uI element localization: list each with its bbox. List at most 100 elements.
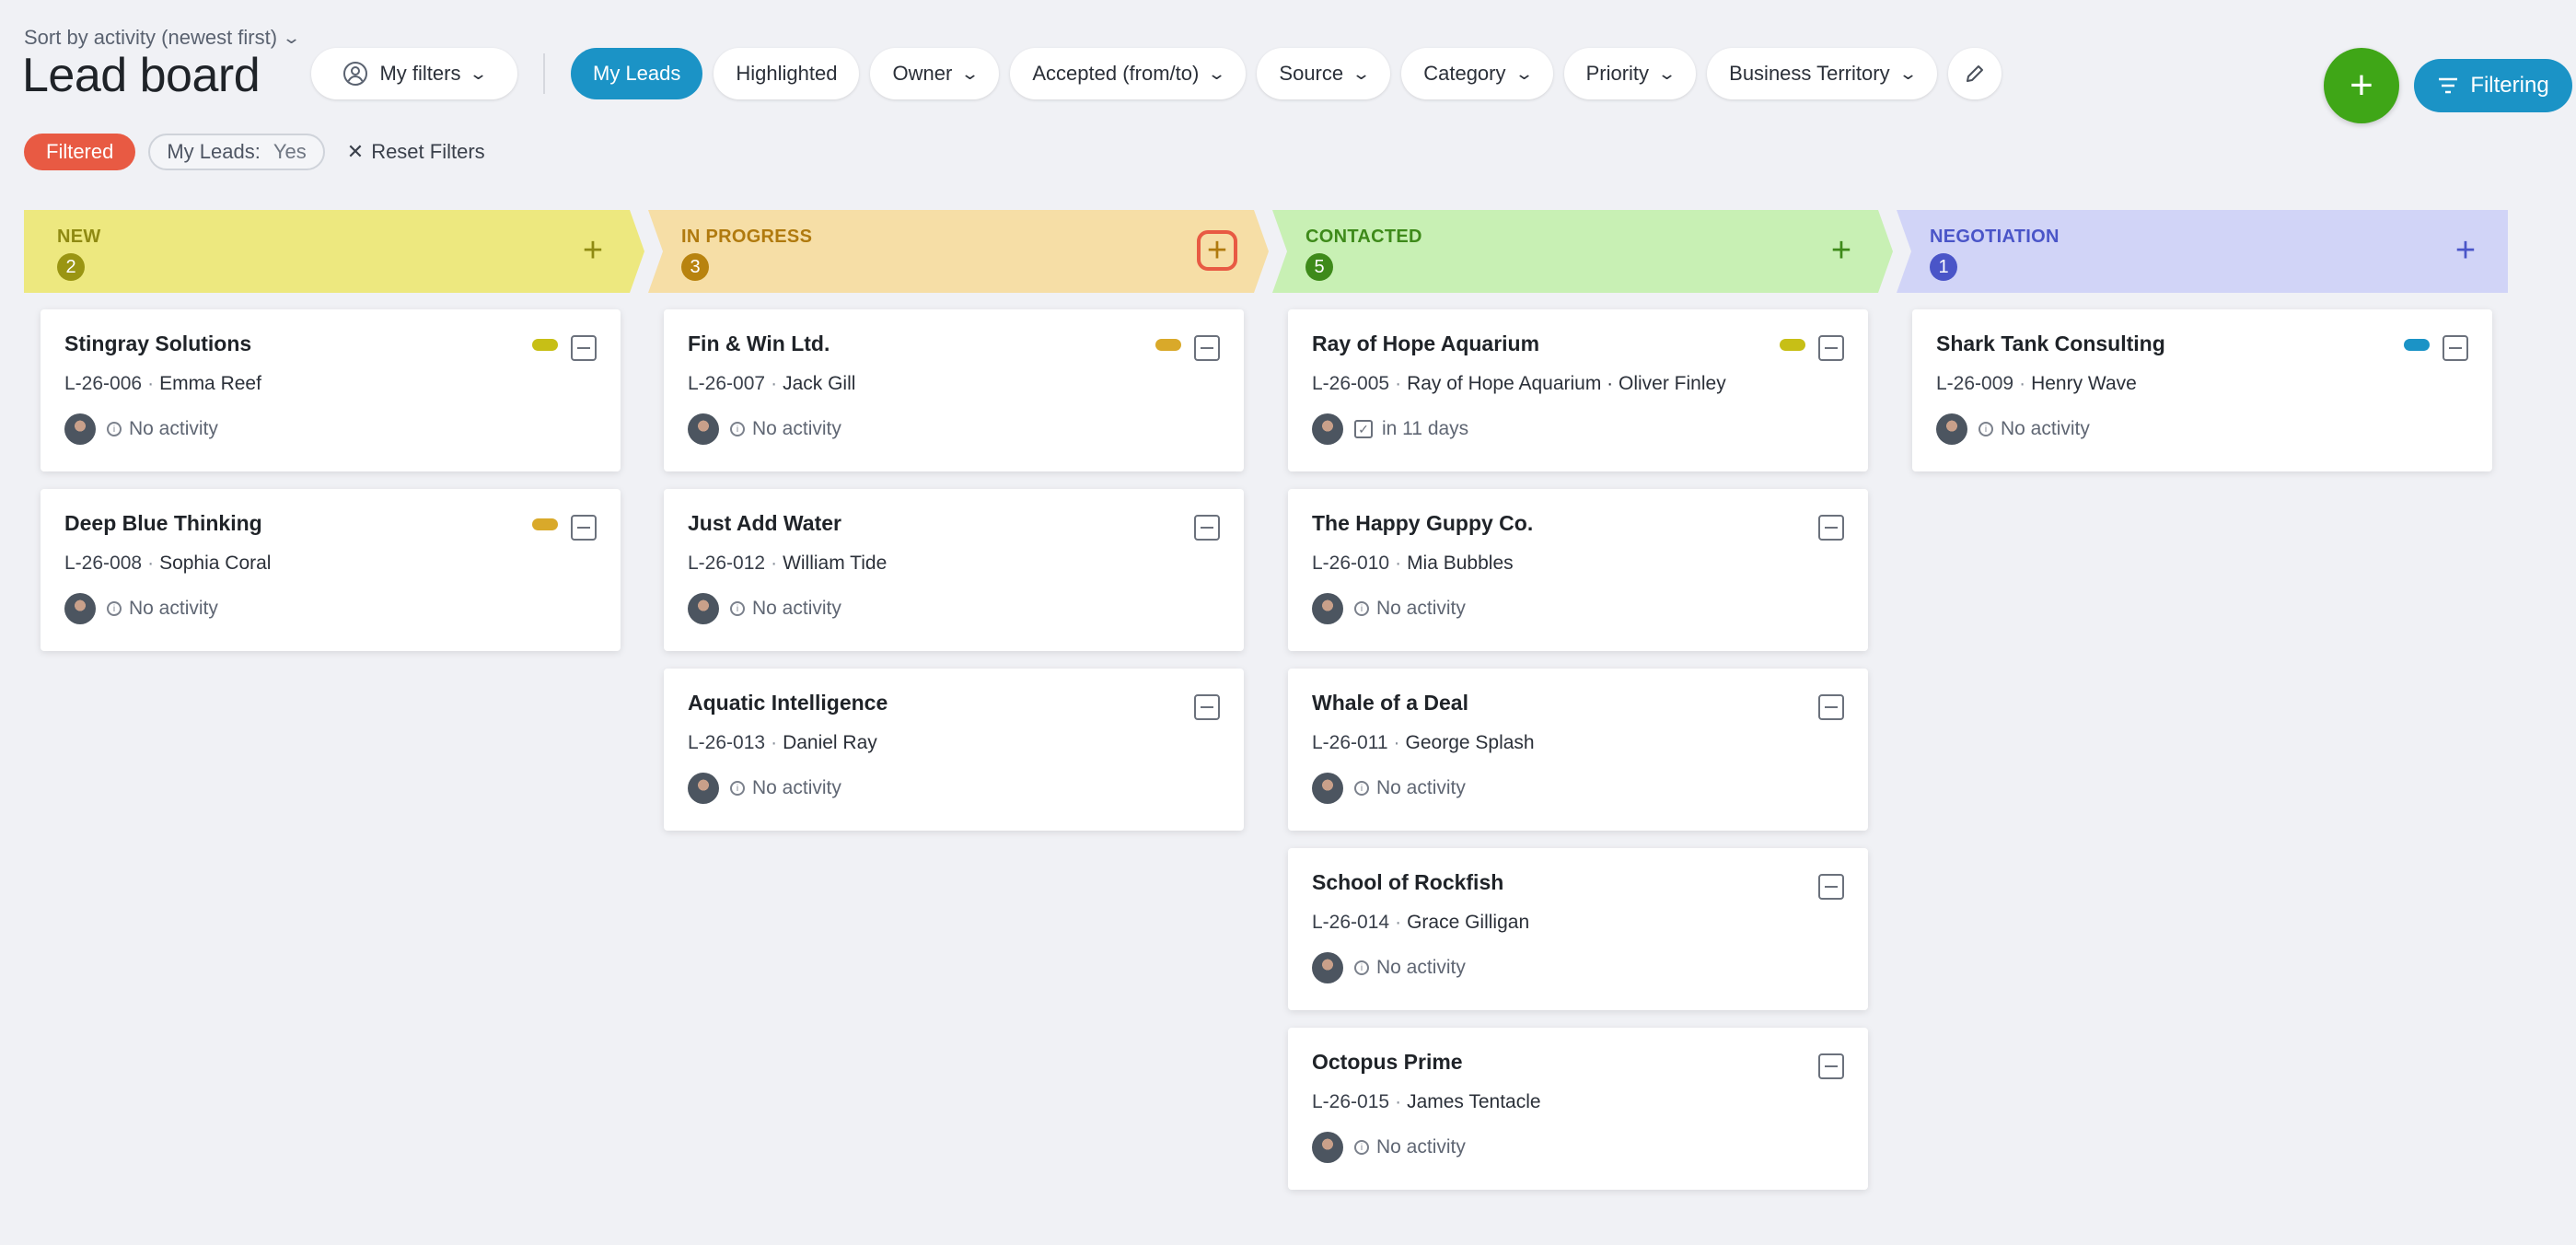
edit-filters-button[interactable] [1947,48,2002,99]
clock-icon: i [1354,781,1369,796]
column-count: 2 [57,253,85,281]
separator-dot: · [1395,373,1402,394]
lead-activity: i No activity [688,773,1220,804]
column-title: NEGOTIATION [1930,227,2060,247]
chevron-down-icon: ⌄ [1352,64,1372,83]
avatar [1936,413,1967,445]
filter-pill-source[interactable]: Source ⌄ [1257,48,1391,99]
lead-activity: i No activity [64,593,597,624]
avatar [1312,1132,1343,1163]
filter-pill-priority[interactable]: Priority ⌄ [1563,48,1697,99]
lead-activity: i No activity [1312,952,1844,983]
separator-dot: · [771,373,778,394]
clock-icon: i [1978,422,1993,436]
add-card-icon[interactable]: + [1821,230,1862,271]
filter-pill-highlighted[interactable]: Highlighted [714,48,860,99]
collapse-icon[interactable] [1194,515,1220,541]
collapse-icon[interactable] [1818,515,1844,541]
filtering-button[interactable]: Filtering [2414,59,2572,112]
filter-pill-category[interactable]: Category ⌄ [1401,48,1553,99]
separator-dot: · [147,553,155,574]
user-circle-icon [343,62,368,86]
clock-icon: i [730,781,745,796]
activity-label: No activity [2001,418,2090,439]
lead-activity: i No activity [64,413,597,445]
filter-pill-owner[interactable]: Owner ⌄ [870,48,1000,99]
lead-activity: i No activity [1936,413,2468,445]
clock-icon: i [1354,601,1369,616]
separator-dot: · [771,553,778,574]
lead-name: Fin & Win Ltd. [688,332,830,355]
filter-pill-label: Business Territory [1729,62,1890,85]
lead-card[interactable]: Fin & Win Ltd. L-26-007 · Jack Gill i No acti… [664,309,1244,471]
filter-pill-my-leads[interactable]: My Leads [571,48,703,99]
filter-pill-label: Owner [892,62,953,85]
collapse-icon[interactable] [1818,335,1844,361]
lead-card[interactable]: Aquatic Intelligence L-26-013 · Daniel Ray i… [664,669,1244,831]
filtering-label: Filtering [2470,73,2549,98]
column-title: CONTACTED [1305,227,1422,247]
lead-meta: L-26-011 · George Splash [1312,732,1844,754]
lead-contact: Sophia Coral [159,553,272,574]
lead-contact: Grace Gilligan [1407,912,1530,933]
priority-tag [1780,339,1805,351]
lead-code: L-26-008 [64,553,143,574]
lead-meta: L-26-009 · Henry Wave [1936,373,2468,395]
chevron-down-icon: ⌄ [1207,64,1227,83]
lead-code: L-26-014 [1312,912,1390,933]
chevron-down-icon: ⌄ [1657,64,1677,83]
separator-dot: · [771,732,778,753]
lead-card[interactable]: Whale of a Deal L-26-011 · George Splash i No… [1288,669,1868,831]
lead-card[interactable]: Stingray Solutions L-26-006 · Emma Reef i No … [41,309,621,471]
lead-card[interactable]: Octopus Prime L-26-015 · James Tentacle i No … [1288,1028,1868,1190]
collapse-icon[interactable] [571,515,597,541]
lead-card[interactable]: Just Add Water L-26-012 · William Tide i No a… [664,489,1244,651]
collapse-icon[interactable] [1194,694,1220,720]
add-card-icon[interactable]: + [1197,230,1237,271]
lead-contact: Emma Reef [159,373,261,394]
lead-name: Shark Tank Consulting [1936,332,2165,355]
priority-tag [1155,339,1181,351]
add-lead-button[interactable]: + [2324,48,2399,123]
lead-card[interactable]: Shark Tank Consulting L-26-009 · Henry Wave… [1912,309,2492,471]
collapse-icon[interactable] [1818,694,1844,720]
lead-code: L-26-015 [1312,1091,1390,1112]
filtered-badge: Filtered [24,134,136,170]
activity-label: No activity [1376,777,1466,798]
add-card-icon[interactable]: + [573,230,613,271]
collapse-icon[interactable] [571,335,597,361]
lead-card[interactable]: The Happy Guppy Co. L-26-010 · Mia Bubbles i… [1288,489,1868,651]
clock-icon: i [107,422,122,436]
lead-code: L-26-007 [688,373,766,394]
filter-lines-icon [2439,77,2458,94]
filter-pill-accepted-from-to[interactable]: Accepted (from/to) ⌄ [1010,48,1247,99]
column-count: 1 [1930,253,1957,281]
lead-contact: James Tentacle [1407,1091,1541,1112]
collapse-icon[interactable] [1818,874,1844,900]
filter-pill-label: Priority [1585,62,1650,85]
chevron-down-icon: ⌄ [282,28,302,47]
lead-card[interactable]: School of Rockfish L-26-014 · Grace Gilliga… [1288,848,1868,1010]
close-icon: ✕ [346,140,365,163]
lead-contact: George Splash [1405,732,1535,753]
divider [543,53,545,94]
activity-label: No activity [1376,957,1466,978]
filter-pill-label: Source [1279,62,1344,85]
my-leads-filter-chip[interactable]: My Leads: Yes [148,134,325,170]
collapse-icon[interactable] [1194,335,1220,361]
my-filters-label: My filters [379,62,461,85]
lead-card[interactable]: Deep Blue Thinking L-26-008 · Sophia Coral i… [41,489,621,651]
lead-activity: ✓ in 11 days [1312,413,1844,445]
sort-dropdown[interactable]: Sort by activity (newest first) ⌄ [24,26,302,50]
clock-icon: i [730,601,745,616]
collapse-icon[interactable] [2443,335,2468,361]
reset-filters-button[interactable]: ✕ Reset Filters [347,140,485,164]
my-filters-button[interactable]: My filters ⌄ [311,48,517,99]
filter-pill-label: Highlighted [736,62,838,85]
lead-card[interactable]: Ray of Hope Aquarium L-26-005 · Ray of Hope… [1288,309,1868,471]
column-title: NEW [57,227,101,247]
filter-pill-business-territory[interactable]: Business Territory ⌄ [1707,48,1937,99]
add-card-icon[interactable]: + [2445,230,2486,271]
lead-name: Aquatic Intelligence [688,691,888,715]
collapse-icon[interactable] [1818,1053,1844,1079]
